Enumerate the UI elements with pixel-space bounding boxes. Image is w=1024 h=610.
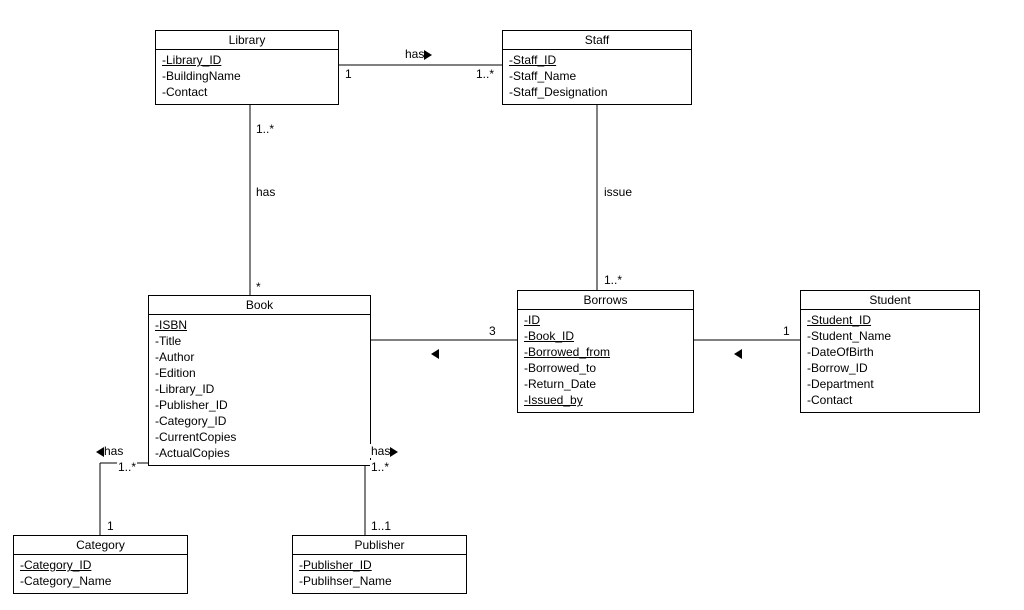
assoc-label-staff-borrows: issue — [603, 185, 633, 199]
class-category: Category -Category_ID-Category_Name — [13, 535, 188, 594]
class-attrs: -Library_ID-BuildingName-Contact — [156, 50, 338, 104]
attribute: -Library_ID — [155, 381, 364, 397]
attribute: -Edition — [155, 365, 364, 381]
class-title: Library — [156, 31, 338, 50]
class-book: Book -ISBN-Title-Author-Edition-Library_… — [148, 295, 371, 466]
assoc-label-library-book: has — [255, 185, 276, 199]
assoc-text: has — [104, 444, 123, 458]
assoc-label-book-category: has — [95, 444, 124, 458]
attribute: -Staff_Designation — [509, 84, 685, 100]
class-title: Borrows — [518, 291, 693, 310]
attribute: -Issued_by — [524, 392, 687, 408]
attribute: -Publisher_ID — [155, 397, 364, 413]
class-attrs: -Student_ID-Student_Name-DateOfBirth-Bor… — [801, 310, 979, 412]
assoc-text: has — [371, 444, 390, 458]
class-attrs: -ID-Book_ID-Borrowed_from-Borrowed_to-Re… — [518, 310, 693, 412]
attribute: -Borrowed_from — [524, 344, 687, 360]
class-library: Library -Library_ID-BuildingName-Contact — [155, 30, 339, 105]
attribute: -ID — [524, 312, 687, 328]
mult-library-staff-2: 1..* — [475, 67, 495, 81]
attribute: -Student_ID — [807, 312, 973, 328]
mult-library-book-2: * — [255, 280, 262, 294]
attribute: -Student_Name — [807, 328, 973, 344]
mult-book-category-1: 1..* — [117, 460, 137, 474]
mult-book-category-2: 1 — [106, 519, 115, 533]
attribute: -Contact — [162, 84, 332, 100]
class-attrs: -Staff_ID-Staff_Name-Staff_Designation — [503, 50, 691, 104]
attribute: -Staff_ID — [509, 52, 685, 68]
attribute: -Category_ID — [155, 413, 364, 429]
arrow-left-icon — [734, 349, 742, 359]
mult-library-staff-1: 1 — [344, 67, 353, 81]
attribute: -Category_ID — [20, 557, 181, 573]
attribute: -ActualCopies — [155, 445, 364, 461]
assoc-text: has — [405, 47, 424, 61]
class-title: Publisher — [293, 536, 466, 555]
class-title: Staff — [503, 31, 691, 50]
arrow-right-icon — [390, 447, 398, 457]
mult-book-publisher-2: 1..1 — [370, 519, 392, 533]
attribute: -Book_ID — [524, 328, 687, 344]
attribute: -Author — [155, 349, 364, 365]
attribute: -Staff_Name — [509, 68, 685, 84]
arrow-left-icon — [431, 349, 439, 359]
class-title: Student — [801, 291, 979, 310]
attribute: -Borrowed_to — [524, 360, 687, 376]
attribute: -DateOfBirth — [807, 344, 973, 360]
assoc-label-library-staff: has — [404, 47, 433, 61]
mult-book-publisher-1: 1..* — [370, 460, 390, 474]
mult-staff-borrows-2: 1..* — [603, 273, 623, 287]
class-title: Category — [14, 536, 187, 555]
mult-borrows-student-2: 1 — [782, 324, 791, 338]
class-title: Book — [149, 296, 370, 315]
attribute: -Contact — [807, 392, 973, 408]
attribute: -Category_Name — [20, 573, 181, 589]
class-publisher: Publisher -Publisher_ID-Publihser_Name — [292, 535, 467, 594]
diagram-canvas: Library -Library_ID-BuildingName-Contact… — [0, 0, 1024, 610]
class-student: Student -Student_ID-Student_Name-DateOfB… — [800, 290, 980, 413]
attribute: -ISBN — [155, 317, 364, 333]
attribute: -Publihser_Name — [299, 573, 460, 589]
attribute: -Title — [155, 333, 364, 349]
assoc-label-book-publisher: has — [370, 444, 399, 458]
class-staff: Staff -Staff_ID-Staff_Name-Staff_Designa… — [502, 30, 692, 105]
arrow-book-borrows — [430, 346, 440, 360]
mult-library-book-1: 1..* — [255, 122, 275, 136]
class-borrows: Borrows -ID-Book_ID-Borrowed_from-Borrow… — [517, 290, 694, 413]
attribute: -Library_ID — [162, 52, 332, 68]
attribute: -Return_Date — [524, 376, 687, 392]
class-attrs: -Category_ID-Category_Name — [14, 555, 187, 593]
mult-book-borrows-1: 3 — [488, 324, 497, 338]
attribute: -CurrentCopies — [155, 429, 364, 445]
attribute: -Department — [807, 376, 973, 392]
attribute: -Borrow_ID — [807, 360, 973, 376]
class-attrs: -ISBN-Title-Author-Edition-Library_ID-Pu… — [149, 315, 370, 465]
arrow-right-icon — [424, 50, 432, 60]
attribute: -BuildingName — [162, 68, 332, 84]
arrow-borrows-student — [733, 346, 743, 360]
class-attrs: -Publisher_ID-Publihser_Name — [293, 555, 466, 593]
arrow-left-icon — [96, 447, 104, 457]
attribute: -Publisher_ID — [299, 557, 460, 573]
